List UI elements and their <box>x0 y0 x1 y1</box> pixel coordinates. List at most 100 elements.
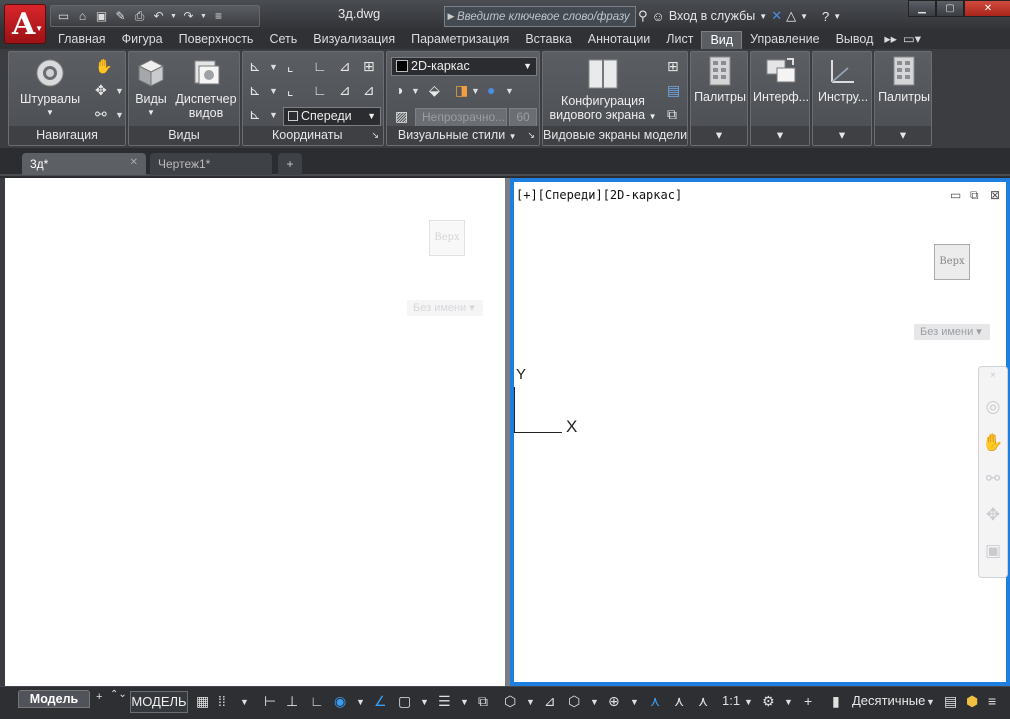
model-layout-tab[interactable]: Модель <box>18 690 90 708</box>
visual-styles-launcher-icon[interactable]: ↘ <box>527 126 535 144</box>
ucs-dropdown-icon[interactable]: ▼ <box>269 62 278 72</box>
viewport-close-icon[interactable]: ⊠ <box>990 188 1000 202</box>
snap-icon[interactable]: ⁞⁞ <box>218 693 226 709</box>
annotation-visibility-icon[interactable]: ⋏ <box>650 693 660 710</box>
ucs-named-icon[interactable]: ⊞ <box>363 58 375 75</box>
zoom-dropdown-icon[interactable]: ▼ <box>115 110 124 120</box>
customize-qat-icon[interactable]: ≡ <box>210 8 227 25</box>
viewport-restore-icon[interactable]: ⧉ <box>970 188 979 203</box>
tab-view[interactable]: Вид <box>701 31 743 49</box>
lighting-dropdown-icon[interactable]: ▼ <box>505 86 514 96</box>
redo-icon[interactable]: ↷ <box>180 8 197 25</box>
zoom-icon[interactable]: ⚯ <box>95 106 107 123</box>
tab-layout[interactable]: Лист <box>658 31 701 49</box>
help-dropdown-icon[interactable]: ▼ <box>833 12 841 21</box>
viewport-left[interactable]: Верх Без имени ▾ <box>5 178 505 686</box>
viewport-minimize-icon[interactable]: ▭ <box>950 188 961 202</box>
save-icon[interactable]: ▣ <box>93 8 110 25</box>
pan-hand-icon[interactable]: ✋ <box>95 58 112 75</box>
tools-dropdown-icon[interactable]: ▾ <box>813 126 871 145</box>
lineweight-dropdown-icon[interactable]: ▼ <box>460 697 469 707</box>
annotation-scale-icon[interactable]: ⋏ <box>698 693 708 710</box>
filter-dropdown-icon[interactable]: ▼ <box>590 697 599 707</box>
ucs-face-dropdown-icon[interactable]: ▼ <box>269 86 278 96</box>
tab-manage[interactable]: Управление <box>742 31 828 49</box>
dynamic-input-icon[interactable]: ⊢ <box>264 693 276 710</box>
lighting-icon[interactable]: ● <box>487 82 495 98</box>
ucs-view-dropdown-icon[interactable]: ▼ <box>269 110 278 120</box>
search-expand-icon[interactable]: ▶ <box>445 11 457 22</box>
edge-effects-icon[interactable]: ◨ <box>455 82 468 99</box>
close-tab-icon[interactable]: ✕ <box>130 157 138 168</box>
a360-dropdown-icon[interactable]: ▼ <box>800 12 808 21</box>
lineweight-icon[interactable]: ☰ <box>438 693 451 710</box>
tab-output[interactable]: Вывод <box>828 31 882 49</box>
navbar-wheel-icon[interactable]: ◎ <box>979 389 1007 425</box>
navbar-pan-icon[interactable]: ✋ <box>979 425 1007 461</box>
3d-snap-dropdown-icon[interactable]: ▼ <box>526 697 535 707</box>
ribbon-minimize-icon[interactable]: ▭▾ <box>900 31 924 49</box>
snap-dropdown-icon[interactable]: ▼ <box>240 697 249 707</box>
opacity-value[interactable]: 60 <box>509 108 537 127</box>
new-file-icon[interactable]: ▭ <box>55 8 72 25</box>
application-menu-button[interactable]: A ▼ <box>4 4 46 44</box>
ortho-icon[interactable]: ⊥ <box>286 693 298 710</box>
tab-render[interactable]: Визуализация <box>305 31 403 49</box>
view-manager-button[interactable]: Диспетчер видов <box>173 58 239 120</box>
ucs-view-icon[interactable]: ⊾ <box>249 106 261 123</box>
ucs-previous-icon[interactable]: ∟ <box>313 58 327 74</box>
ucs-x-icon[interactable]: ⌞ <box>287 82 294 99</box>
customization-icon[interactable]: ≡ <box>988 693 996 709</box>
views-button[interactable]: Виды ▼ <box>133 58 169 120</box>
quick-properties-icon[interactable]: ▮ <box>832 693 840 710</box>
annotation-scale-value[interactable]: 1:1 <box>722 693 740 708</box>
palettes-2-button[interactable]: Палитры <box>877 56 931 104</box>
viewport-controls-label[interactable]: [+][Спереди][2D-каркас] <box>516 188 682 202</box>
search-input[interactable]: Введите ключевое слово/фразу <box>457 11 630 23</box>
named-view-left[interactable]: Без имени ▾ <box>407 300 483 316</box>
workspace-dropdown-icon[interactable]: ▼ <box>784 697 793 707</box>
ucs-icon[interactable]: ⊾ <box>249 58 261 75</box>
tab-annotate[interactable]: Аннотации <box>580 31 658 49</box>
wheels-button[interactable]: Штурвалы ▼ <box>17 58 83 120</box>
3d-object-snap-icon[interactable]: ⬡ <box>504 693 516 710</box>
orbit-icon[interactable]: ✥ <box>95 82 107 99</box>
isodraft-dropdown-icon[interactable]: ▼ <box>356 697 365 707</box>
scale-dropdown-icon[interactable]: ▼ <box>744 697 753 707</box>
autodesk-a360-icon[interactable]: △ <box>786 8 796 24</box>
gizmo-dropdown-icon[interactable]: ▼ <box>630 697 639 707</box>
binoculars-icon[interactable]: ⚲ <box>638 8 648 24</box>
add-layout-icon[interactable]: + <box>96 691 102 703</box>
visual-styles-dropdown-icon[interactable]: ▼ <box>509 132 517 141</box>
orbit-dropdown-icon[interactable]: ▼ <box>115 86 124 96</box>
units-dropdown-icon[interactable]: ▼ <box>926 697 935 707</box>
opacity-slider[interactable]: Непрозрачно... <box>415 108 507 127</box>
dynamic-ucs-icon[interactable]: ⊿ <box>544 693 556 710</box>
viewcube-left[interactable]: Верх <box>429 220 465 256</box>
object-snap-dropdown-icon[interactable]: ▼ <box>420 697 429 707</box>
restore-viewports-icon[interactable]: ⧉ <box>667 106 677 123</box>
ucs-world-icon[interactable]: ⌞ <box>287 58 294 75</box>
tools-button[interactable]: Инстру... <box>815 56 871 104</box>
coordinates-launcher-icon[interactable]: ↘ <box>371 126 379 144</box>
ucs-origin-icon[interactable]: ⊿ <box>339 58 351 75</box>
model-space-button[interactable]: МОДЕЛЬ <box>130 691 188 713</box>
workspace-gear-icon[interactable]: ⚙ <box>762 693 775 710</box>
palettes-2-dropdown-icon[interactable]: ▾ <box>875 126 931 145</box>
doc-tab-3d[interactable]: 3д* ✕ <box>22 153 146 175</box>
doc-tab-drawing1[interactable]: Чертеж1* <box>150 153 272 175</box>
ucs-face-icon[interactable]: ⊾ <box>249 82 261 99</box>
polar-tracking-icon[interactable]: ∟ <box>310 693 324 709</box>
tab-home[interactable]: Главная <box>50 31 114 49</box>
save-as-icon[interactable]: ✎ <box>112 8 129 25</box>
tab-insert[interactable]: Вставка <box>517 31 579 49</box>
shadows-icon[interactable]: ⬙ <box>429 82 440 99</box>
tab-surface[interactable]: Поверхность <box>171 31 262 49</box>
interface-button[interactable]: Интерф... <box>753 56 809 104</box>
object-snap-tracking-icon[interactable]: ∠ <box>374 693 387 710</box>
join-viewports-icon[interactable]: ▤ <box>667 82 680 99</box>
navbar-zoom-icon[interactable]: ⚯ <box>979 461 1007 497</box>
annotation-monitor-icon[interactable]: + <box>804 693 812 709</box>
ucs-z-icon[interactable]: ⊿ <box>339 82 351 99</box>
new-tab-button[interactable]: + <box>278 153 302 175</box>
